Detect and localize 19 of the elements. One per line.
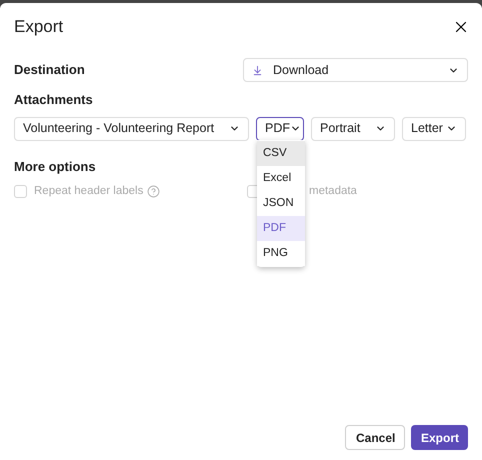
export-button[interactable]: Export bbox=[411, 425, 468, 450]
dialog-title: Export bbox=[14, 16, 64, 38]
menu-item[interactable]: CSV bbox=[257, 141, 305, 166]
section-label: More options bbox=[14, 158, 97, 176]
section-label: Attachments bbox=[14, 91, 94, 109]
cancel-button[interactable]: Cancel bbox=[345, 425, 405, 450]
checkbox-label: metadata bbox=[309, 184, 357, 199]
download-icon bbox=[252, 64, 263, 76]
menu-item[interactable]: PNG bbox=[257, 241, 305, 266]
destination-select[interactable]: Download bbox=[243, 58, 468, 82]
menu-item[interactable]: JSON bbox=[257, 191, 305, 216]
report-select[interactable]: Volunteering - Volunteering Report bbox=[14, 116, 249, 140]
menu-item[interactable]: Excel bbox=[257, 166, 305, 191]
paper-select[interactable]: Letter bbox=[402, 116, 466, 140]
menu-item[interactable]: PDF bbox=[257, 216, 305, 241]
orientation-select[interactable]: Portrait bbox=[311, 116, 395, 140]
section-label: Destination bbox=[14, 61, 85, 80]
format-select[interactable]: PDF bbox=[256, 116, 304, 140]
checkbox-label: Repeat header labels bbox=[34, 184, 144, 199]
